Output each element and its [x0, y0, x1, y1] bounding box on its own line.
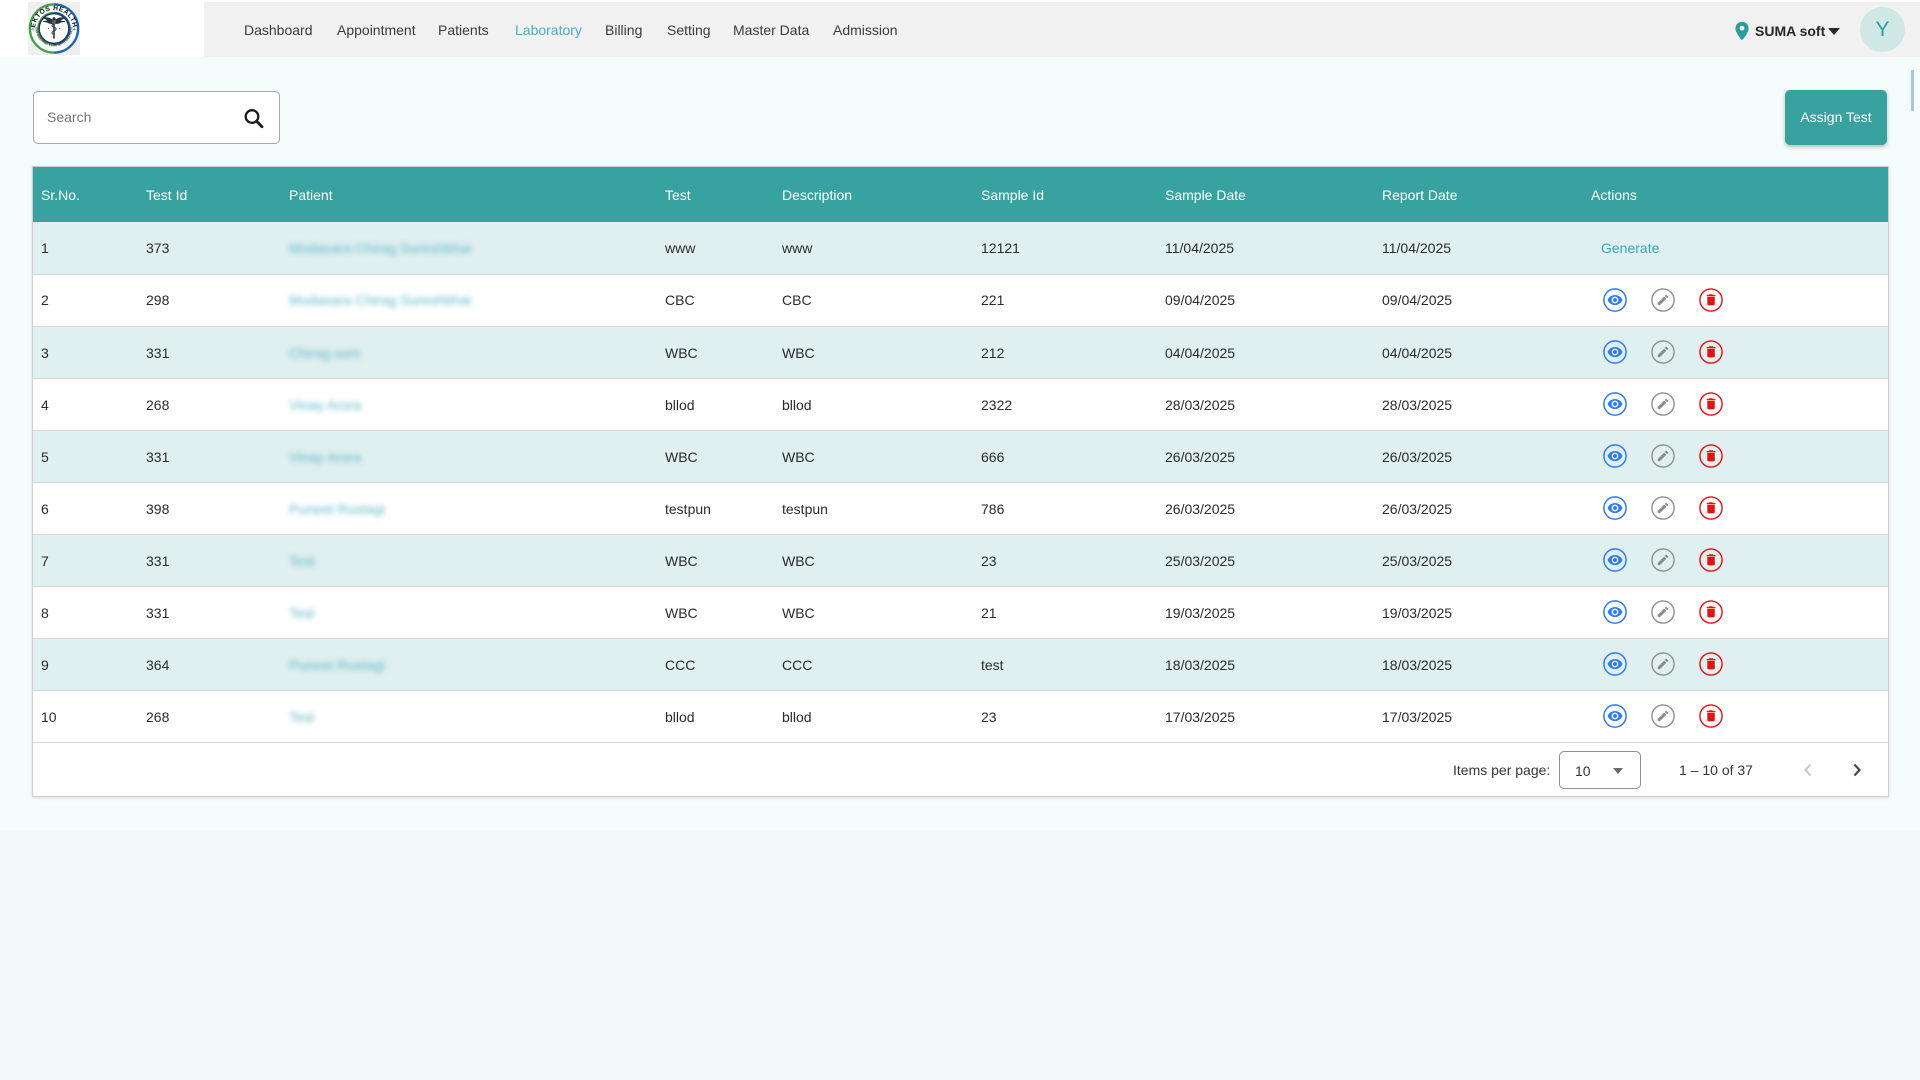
svg-text:+: + — [31, 27, 34, 33]
svg-text:+: + — [73, 27, 76, 33]
